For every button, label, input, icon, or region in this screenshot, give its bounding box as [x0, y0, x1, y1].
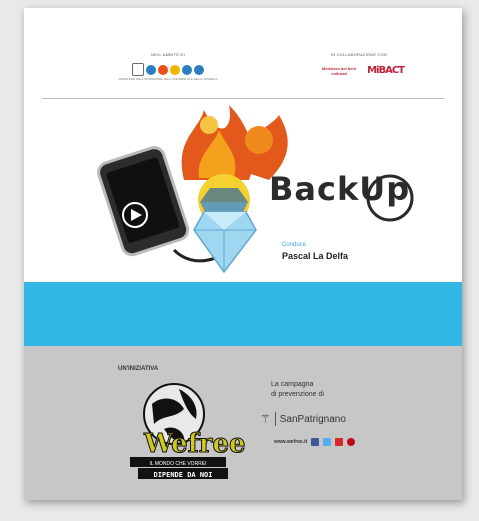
header: NELL'AMBITO DI MINISTERO DELL'ISTRUZIONE…	[24, 8, 462, 100]
left-logo-caption: MINISTERO DELL'ISTRUZIONE, DELL'UNIVERSI…	[118, 77, 218, 81]
right-logo-label: IN COLLABORAZIONE CON	[331, 52, 387, 57]
twitter-icon[interactable]	[323, 438, 332, 446]
pinterest-icon[interactable]	[347, 438, 356, 446]
phone-icon	[97, 146, 190, 257]
youtube-icon[interactable]	[335, 438, 344, 446]
campaign-text: La campagna di prevenzione di	[271, 380, 324, 400]
sponsor-name: SanPatrignano	[279, 413, 346, 425]
globe-icon: Wefree IL MONDO CHE VORREI DIPENDE DA NO…	[130, 383, 246, 479]
brand-name-text: Wefree	[143, 429, 246, 459]
miur-logo-block: NELL'AMBITO DI MINISTERO DELL'ISTRUZIONE…	[108, 52, 228, 81]
host-label: Conduce	[282, 242, 307, 248]
show-title: BackUp	[269, 170, 411, 208]
footer-panel: UN'INIZIATIVA Wefree IL MONDO CHE VORREI…	[24, 346, 462, 500]
wefree-logo: Wefree IL MONDO CHE VORREI DIPENDE DA NO…	[124, 374, 254, 484]
mibact-logo: Ministero dei beni culturali MiBACT	[314, 65, 405, 76]
website-link[interactable]: www.wefree.it	[274, 439, 307, 445]
logo-dot-blue-3	[194, 64, 204, 75]
facebook-icon[interactable]	[311, 438, 320, 446]
flame-icon	[181, 105, 288, 180]
mibact-mark: MiBACT	[367, 65, 405, 76]
logo-dot-blue	[146, 64, 156, 75]
sponsor-separator	[274, 412, 276, 426]
host-name: Pascal La Delfa	[282, 251, 349, 261]
brand-line2: DIPENDE DA NOI	[153, 471, 212, 479]
hero: BackUp Conduce Pascal La Delfa	[24, 100, 462, 285]
poster: NELL'AMBITO DI MINISTERO DELL'ISTRUZIONE…	[24, 8, 462, 500]
mibact-caption: Ministero dei beni culturali	[322, 65, 357, 76]
header-divider	[42, 98, 444, 99]
logo-dot-blue-2	[182, 64, 192, 75]
campaign-line1: La campagna	[271, 381, 314, 388]
accent-band	[24, 282, 462, 346]
brand-line1: IL MONDO CHE VORREI	[149, 461, 206, 467]
website-row: www.wefree.it	[274, 438, 356, 446]
campaign-line2: di prevenzione di	[271, 391, 324, 398]
mibact-logo-block: IN COLLABORAZIONE CON Ministero dei beni…	[314, 52, 405, 76]
initiative-label: UN'INIZIATIVA	[118, 366, 159, 372]
sanpatrignano-icon: ⚚	[260, 412, 271, 426]
miur-logo	[108, 63, 228, 76]
diamond-icon	[193, 211, 257, 274]
emblem-icon	[132, 63, 144, 76]
logo-dot-orange	[158, 64, 168, 75]
sponsor-logo: ⚚ SanPatrignano	[260, 412, 346, 426]
left-logo-label: NELL'AMBITO DI	[151, 52, 185, 57]
logo-dot-yellow	[170, 64, 180, 75]
